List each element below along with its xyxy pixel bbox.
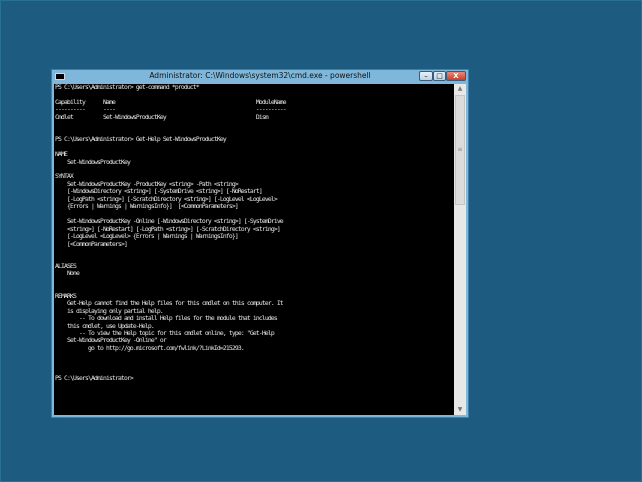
- minimize-button[interactable]: –: [419, 71, 433, 81]
- vertical-scrollbar[interactable]: ▲ ≡ ▼: [454, 84, 466, 415]
- console-line: go to http://go.microsoft.com/fwlink/?Li…: [55, 343, 245, 352]
- title-bar[interactable]: Administrator: C:\Windows\system32\cmd.e…: [52, 70, 468, 84]
- console-line: PS C:\Users\Administrator> Get-Help Set-…: [55, 135, 227, 144]
- console-line: [<CommonParameters>]: [55, 239, 128, 248]
- console-line: Cmdlet Set-WindowsProductKey Dism: [55, 112, 269, 121]
- close-button[interactable]: X: [446, 71, 466, 81]
- powershell-window[interactable]: Administrator: C:\Windows\system32\cmd.e…: [51, 69, 469, 418]
- scroll-up-arrow-icon[interactable]: ▲: [454, 84, 466, 94]
- console-line: ALIASES: [55, 261, 77, 270]
- console-line: {Errors | Warnings | WarningsInfo}] [<Co…: [55, 202, 239, 211]
- console-line: PS C:\Users\Administrator> get-command *…: [55, 84, 200, 91]
- console-line: Set-WindowsProductKey: [55, 157, 131, 166]
- console-line: PS C:\Users\Administrator>: [55, 373, 134, 382]
- scroll-down-arrow-icon[interactable]: ▼: [454, 405, 466, 415]
- scroll-thumb[interactable]: ≡: [455, 95, 465, 205]
- console-line: None: [55, 269, 80, 278]
- console-output[interactable]: PS C:\Users\Administrator> get-command *…: [54, 84, 454, 415]
- window-title: Administrator: C:\Windows\system32\cmd.e…: [149, 71, 371, 80]
- maximize-button[interactable]: □: [433, 71, 446, 81]
